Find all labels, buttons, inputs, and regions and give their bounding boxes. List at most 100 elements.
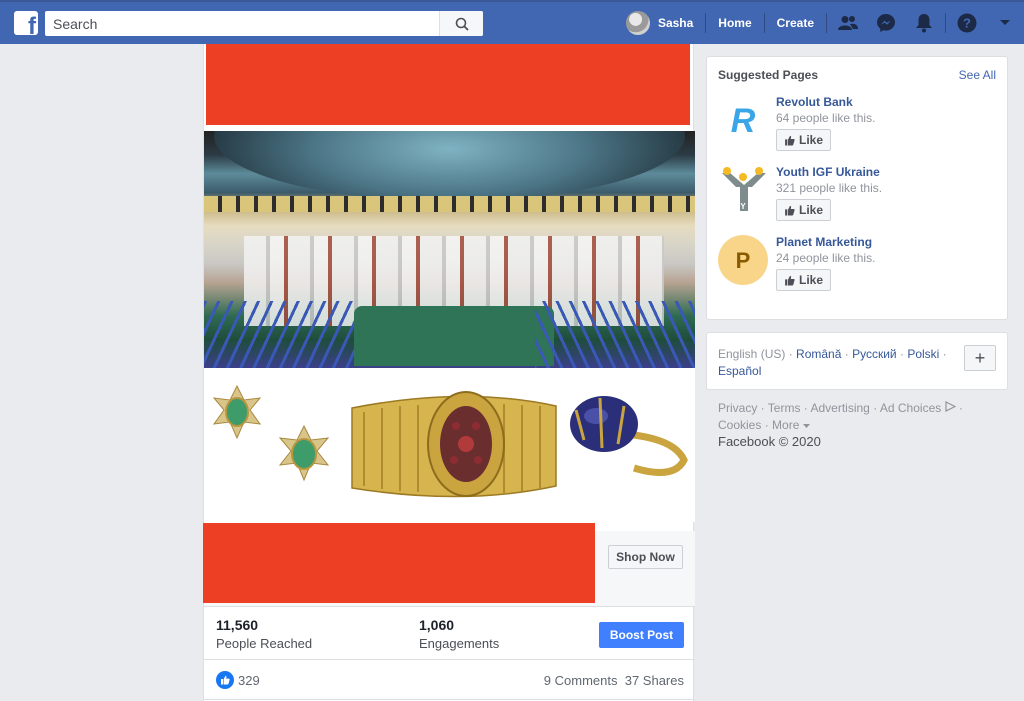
youth-igf-logo-letter: Y [740, 202, 746, 211]
page-likes: 64 people like this. [776, 111, 876, 125]
engagements-value: 1,060 [419, 617, 455, 633]
comments-shares: 9 Comments 37 Shares [544, 673, 684, 688]
help-button[interactable]: ? [948, 2, 986, 44]
nav-divider [705, 13, 707, 33]
advertising-link[interactable]: Advertising [810, 401, 869, 415]
revolut-logo[interactable]: R [718, 95, 768, 145]
like-label: Like [798, 133, 823, 147]
friend-requests-button[interactable] [829, 2, 867, 44]
reactions-bar: 329 9 Comments 37 Shares [204, 660, 695, 700]
page-likes: 24 people like this. [776, 251, 876, 265]
avatar [625, 11, 650, 35]
post-insights: 11,560 People Reached 1,060 Engagements … [204, 606, 695, 660]
facebook-logo-letter: f [28, 13, 36, 36]
bracelet [351, 391, 557, 498]
cookies-link[interactable]: Cookies [718, 418, 761, 432]
thumbs-up-icon [785, 135, 795, 145]
bell-icon [916, 14, 932, 33]
suggested-page-item: Y Youth IGF Ukraine 321 people like this… [707, 165, 1009, 235]
create-link[interactable]: Create [767, 16, 824, 30]
help-icon: ? [957, 13, 977, 33]
language-row-2: Español [718, 364, 761, 378]
ad-footer: Shop Now [203, 523, 695, 606]
like-page-button[interactable]: Like [776, 199, 831, 221]
notifications-button[interactable] [905, 2, 943, 44]
languages-card: English (US) · Română · Русский · Polski… [706, 332, 1008, 390]
profile-name: Sasha [657, 16, 694, 30]
ad-image-jewelry[interactable] [204, 368, 695, 522]
news-feed-post: Shop Now 11,560 People Reached 1,060 Eng… [203, 44, 695, 701]
reaction-count[interactable]: 329 [238, 673, 260, 688]
svg-text:?: ? [963, 16, 971, 31]
youth-igf-logo[interactable]: Y [718, 165, 768, 215]
revolut-logo-letter: R [731, 102, 756, 140]
image-dome [214, 131, 685, 201]
caret-down-icon [802, 424, 810, 428]
messenger-button[interactable] [867, 2, 905, 44]
ad-choices-link[interactable]: Ad Choices [880, 401, 941, 415]
page-likes: 321 people like this. [776, 181, 883, 195]
footer-links-row-1: Privacy · Terms · Advertising · Ad Choic… [718, 401, 963, 415]
language-link-russian[interactable]: Русский [852, 347, 897, 361]
like-page-button[interactable]: Like [776, 269, 831, 291]
current-language: English (US) [718, 347, 786, 361]
caret-down-icon [1000, 20, 1010, 25]
thumbs-up-icon [785, 205, 795, 215]
redacted-block [206, 44, 690, 125]
page-name[interactable]: Planet Marketing [776, 235, 872, 249]
suggested-page-item: R Revolut Bank 64 people like this. Like [707, 95, 1009, 165]
friends-icon [838, 16, 858, 30]
thumbs-up-icon [785, 275, 795, 285]
engagements-label: Engagements [419, 636, 500, 651]
search-button[interactable] [439, 11, 483, 36]
nav-divider [945, 13, 946, 33]
home-link[interactable]: Home [708, 16, 761, 30]
comments-count[interactable]: 9 Comments [544, 673, 618, 688]
more-languages-button[interactable]: + [964, 345, 996, 371]
top-nav: Sasha Home Create ? [625, 2, 1024, 44]
nav-divider [763, 13, 765, 33]
copyright: Facebook © 2020 [718, 434, 821, 449]
separator: · [788, 347, 793, 361]
like-label: Like [798, 273, 823, 287]
page-name[interactable]: Revolut Bank [776, 95, 853, 109]
boost-post-button[interactable]: Boost Post [599, 622, 684, 648]
privacy-link[interactable]: Privacy [718, 401, 757, 415]
page-name[interactable]: Youth IGF Ukraine [776, 165, 880, 179]
planet-marketing-logo-letter: P [736, 248, 751, 273]
people-reached-value: 11,560 [216, 617, 259, 633]
see-all-link[interactable]: See All [959, 68, 996, 82]
ring [570, 396, 688, 476]
search-icon [455, 17, 469, 31]
language-link-espanol[interactable]: Español [718, 364, 761, 378]
ad-choices-icon [944, 401, 956, 412]
terms-link[interactable]: Terms [768, 401, 801, 415]
profile-link[interactable]: Sasha [625, 11, 703, 35]
earring-left [212, 384, 262, 440]
planet-marketing-logo[interactable]: P [718, 235, 768, 285]
image-floor [354, 306, 554, 366]
facebook-logo[interactable]: f [14, 11, 38, 35]
language-link-polski[interactable]: Polski [907, 347, 939, 361]
shares-count[interactable]: 37 Shares [625, 673, 684, 688]
separator: · [942, 347, 947, 361]
suggested-page-item: P Planet Marketing 24 people like this. … [707, 235, 1009, 305]
more-link[interactable]: More [772, 418, 799, 432]
separator: · [844, 347, 849, 361]
like-reaction-icon[interactable] [216, 671, 234, 689]
like-label: Like [798, 203, 823, 217]
thumbs-up-icon [221, 675, 230, 685]
language-link-romana[interactable]: Română [796, 347, 841, 361]
footer-links-row-2: Cookies · More [718, 418, 810, 432]
language-row-1: English (US) · Română · Русский · Polski… [718, 347, 947, 361]
image-railing-left [204, 301, 354, 368]
ad-image-exhibition-hall[interactable] [204, 131, 695, 368]
people-reached-label: People Reached [216, 636, 313, 651]
top-navigation-bar: f Search Sasha Home Create ? [0, 0, 1024, 44]
shop-now-button[interactable]: Shop Now [608, 545, 683, 569]
like-page-button[interactable]: Like [776, 129, 831, 151]
search-bar: Search [45, 11, 483, 36]
redacted-block [203, 523, 595, 603]
account-menu-button[interactable] [986, 2, 1024, 44]
search-input[interactable]: Search [45, 16, 439, 32]
